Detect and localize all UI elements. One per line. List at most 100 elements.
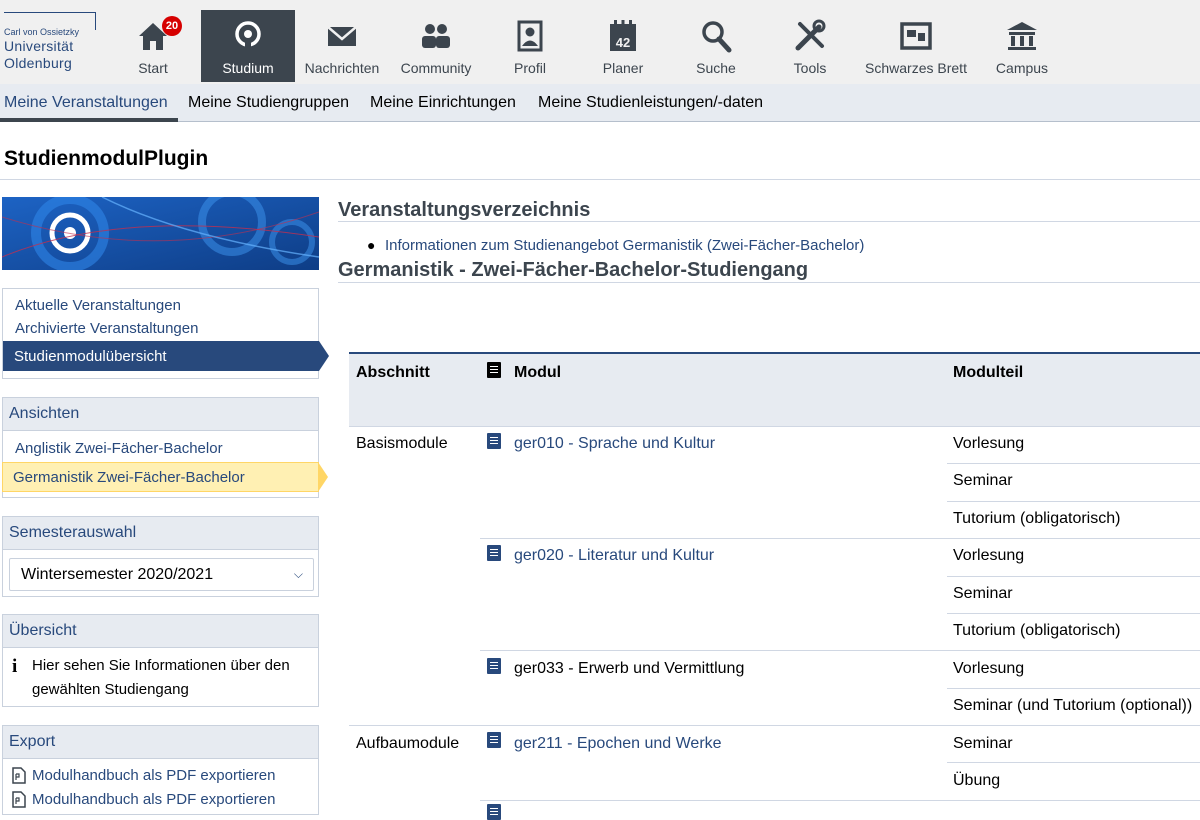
nav-planer-label: Planer — [602, 60, 644, 76]
page-title: StudienmodulPlugin — [4, 147, 209, 170]
row-divider — [349, 426, 1200, 427]
abschnitt-aufbaumodule: Aufbaumodule — [356, 735, 460, 752]
row-divider — [947, 613, 1200, 614]
people-icon — [422, 24, 450, 48]
nav-start[interactable]: 20 Start — [106, 10, 200, 82]
module-icon — [487, 433, 501, 449]
studium-icon — [235, 21, 261, 50]
heading-studiengang: Germanistik - Zwei-Fächer-Bachelor-Studi… — [338, 259, 809, 281]
nav-campus-label: Campus — [995, 60, 1049, 76]
table-header: Abschnitt Modul Modulteil — [349, 352, 1200, 426]
chevron-down-icon: ⌵ — [293, 567, 303, 581]
modulteil-cell: Seminar — [953, 735, 1013, 752]
profile-icon — [517, 20, 543, 52]
link-archivierte-veranstaltungen[interactable]: Archivierte Veranstaltungen — [15, 320, 198, 337]
nav-studium-label: Studium — [222, 60, 274, 76]
heading-divider — [338, 282, 1200, 283]
notification-badge: 20 — [162, 16, 182, 36]
semesterauswahl-box: Semesterauswahl Wintersemester 2020/2021… — [2, 516, 319, 597]
nav-nachrichten[interactable]: Nachrichten — [296, 10, 388, 82]
nav-tools[interactable]: Tools — [764, 10, 856, 82]
modulteil-cell: Seminar (und Tutorium (optional)) — [953, 697, 1193, 714]
logo-line-2: Universität — [4, 38, 74, 54]
export-heading: Export — [3, 726, 318, 759]
module-icon — [487, 732, 501, 748]
sidebar-banner-image — [2, 197, 319, 270]
nav-studium[interactable]: Studium — [201, 10, 295, 82]
nav-tools-label: Tools — [793, 60, 827, 76]
ansichten-heading: Ansichten — [3, 398, 318, 431]
sidebar-navigation-box: Aktuelle Veranstaltungen Archivierte Ver… — [2, 288, 329, 379]
row-divider — [349, 725, 1200, 726]
abschnitt-basismodule: Basismodule — [356, 435, 448, 452]
col-header-modulteil: Modulteil — [953, 364, 1024, 381]
info-icon: i — [12, 656, 18, 677]
subnav-meine-studiengruppen[interactable]: Meine Studiengruppen — [188, 94, 349, 112]
export-pdf-link-1[interactable]: Modulhandbuch als PDF exportieren — [32, 767, 275, 784]
module-icon — [487, 545, 501, 561]
modulteil-cell: Übung — [953, 772, 1001, 789]
row-divider — [480, 800, 1200, 801]
row-divider — [947, 576, 1200, 577]
active-tab-indicator — [0, 118, 178, 122]
nav-profil[interactable]: Profil — [484, 10, 576, 82]
semesterauswahl-heading: Semesterauswahl — [3, 517, 318, 550]
subnav-meine-studienleistungen[interactable]: Meine Studienleistungen/-daten — [538, 94, 763, 112]
col-header-abschnitt: Abschnitt — [356, 364, 430, 381]
subnav-meine-veranstaltungen[interactable]: Meine Veranstaltungen — [4, 94, 168, 112]
nav-schwarzes-brett-label: Schwarzes Brett — [865, 60, 967, 76]
nav-planer[interactable]: 42 Planer — [576, 10, 670, 82]
uebersicht-heading: Übersicht — [3, 615, 318, 648]
banner-graphic — [2, 197, 319, 270]
modulteil-cell: Tutorium (obligatorisch) — [953, 622, 1121, 639]
nav-community[interactable]: Community — [390, 10, 482, 82]
module-list-icon — [487, 362, 501, 378]
module-ger020-link[interactable]: ger020 - Literatur und Kultur — [514, 547, 714, 565]
nav-schwarzes-brett[interactable]: Schwarzes Brett — [858, 10, 974, 82]
university-logo[interactable]: Carl von Ossietzky Universität Oldenburg — [4, 12, 100, 74]
ansichten-box: Ansichten Anglistik Zwei-Fächer-Bachelor… — [2, 397, 328, 498]
uebersicht-box: Übersicht i Hier sehen Sie Informationen… — [2, 614, 319, 707]
search-icon — [702, 21, 732, 53]
info-studienangebot-link[interactable]: Informationen zum Studienangebot Germani… — [385, 237, 864, 254]
title-divider — [0, 179, 1200, 180]
sub-navigation: Meine Veranstaltungen Meine Studiengrupp… — [0, 84, 1200, 122]
list-bullet: ● — [367, 237, 376, 253]
row-divider — [480, 650, 1200, 651]
heading-veranstaltungsverzeichnis: Veranstaltungsverzeichnis — [338, 199, 591, 221]
nav-community-label: Community — [400, 60, 472, 76]
uebersicht-text-line1: Hier sehen Sie Informationen über den — [32, 657, 290, 674]
view-anglistik[interactable]: Anglistik Zwei-Fächer-Bachelor — [15, 440, 223, 457]
semester-select[interactable]: Wintersemester 2020/2021 ⌵ — [9, 558, 314, 591]
module-ger010-link[interactable]: ger010 - Sprache und Kultur — [514, 435, 715, 453]
view-germanistik[interactable]: Germanistik Zwei-Fächer-Bachelor — [2, 462, 328, 492]
link-aktuelle-veranstaltungen[interactable]: Aktuelle Veranstaltungen — [15, 297, 181, 314]
row-divider — [947, 688, 1200, 689]
modulteil-cell: Vorlesung — [953, 435, 1025, 452]
campus-building-icon — [1007, 22, 1037, 50]
nav-start-label: Start — [138, 60, 168, 76]
module-icon — [487, 804, 501, 820]
heading-divider — [338, 221, 1200, 222]
nav-suche[interactable]: Suche — [670, 10, 762, 82]
link-studienmoduluebersicht[interactable]: Studienmodulübersicht — [3, 341, 329, 371]
calendar-icon: 42 — [610, 20, 636, 51]
row-divider — [480, 538, 1200, 539]
nav-campus[interactable]: Campus — [974, 10, 1070, 82]
logo-line-3: Oldenburg — [4, 55, 73, 71]
module-ger211-link[interactable]: ger211 - Epochen und Werke — [514, 735, 722, 753]
pdf-export-icon — [12, 791, 26, 808]
col-header-modul: Modul — [514, 364, 562, 381]
logo-line-1: Carl von Ossietzky — [4, 27, 80, 37]
modulteil-cell: Seminar — [953, 472, 1013, 489]
top-navigation-bar: Carl von Ossietzky Universität Oldenburg… — [0, 0, 1200, 84]
subnav-meine-einrichtungen[interactable]: Meine Einrichtungen — [370, 94, 516, 112]
board-icon — [900, 22, 932, 50]
nav-profil-label: Profil — [514, 60, 546, 76]
uebersicht-text-line2: gewählten Studiengang — [32, 681, 189, 698]
export-box: Export Modulhandbuch als PDF exportieren… — [2, 725, 319, 815]
modulteil-cell: Vorlesung — [953, 660, 1025, 677]
modulteil-cell: Vorlesung — [953, 547, 1025, 564]
export-pdf-link-2[interactable]: Modulhandbuch als PDF exportieren — [32, 791, 275, 808]
row-divider — [947, 463, 1200, 464]
